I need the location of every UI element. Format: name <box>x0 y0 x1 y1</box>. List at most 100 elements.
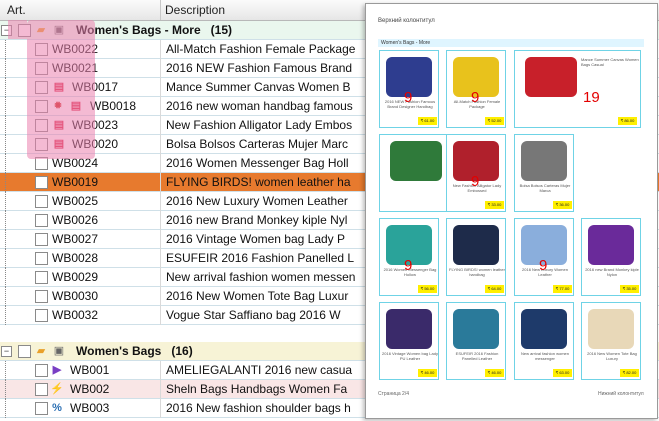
row-description: Sheln Bags Handbags Women Fa <box>166 382 348 396</box>
preview-product-tile: New Fashion Alligator Lady Embossed ₹ 33.… <box>446 134 506 212</box>
folder-icon: ▰ <box>36 345 46 357</box>
product-image <box>521 141 567 181</box>
product-marker: 9 <box>471 89 480 106</box>
preview-product-tile: All-Match Fashion Female Package ₹ 52.00 9 <box>446 50 506 128</box>
preview-footer-left: Страница 2/4 <box>378 391 410 397</box>
preview-product-tile: 2016 New Women Tote Bag Luxury ₹ 82.00 <box>581 302 641 380</box>
row-checkbox[interactable] <box>35 195 48 208</box>
product-image <box>390 141 442 181</box>
lightning-icon: ⚡ <box>50 383 64 395</box>
flag-icon: ▶ <box>52 364 62 376</box>
row-checkbox[interactable] <box>35 214 48 227</box>
preview-section-title: Women's Bags - More <box>378 39 644 47</box>
row-art: WB0025 <box>52 194 99 208</box>
print-preview-panel[interactable]: Верхний колонтитул Women's Bags - More 2… <box>365 3 658 419</box>
tree-line <box>5 116 7 135</box>
row-art: WB0032 <box>52 308 99 322</box>
preview-product-tile: 2016 Women Messenger Bag Hollow ₹ 56.00 9 <box>379 218 439 296</box>
preview-product-tile: 2016 New Luxury Women Leather ₹ 77.00 9 <box>514 218 574 296</box>
tree-line <box>5 230 7 249</box>
row-description: Mance Summer Canvas Women B <box>166 80 351 94</box>
row-description: 2016 new Brand Monkey kiple Nyl <box>166 213 348 227</box>
preview-product-tile: FLYING BIRDS! women leather handbag ₹ 64.… <box>446 218 506 296</box>
product-price: ₹ 56.00 <box>418 285 437 293</box>
tree-line <box>5 192 7 211</box>
product-marker: 9 <box>539 257 548 274</box>
product-image <box>588 225 634 265</box>
row-description: AMELIEGALANTI 2016 new casua <box>166 363 353 377</box>
column-header-art[interactable]: Art. <box>7 3 26 17</box>
row-description: FLYING BIRDS! women leather ha <box>166 175 351 189</box>
row-checkbox[interactable] <box>35 383 48 396</box>
collapse-icon[interactable]: − <box>1 346 12 357</box>
row-checkbox[interactable] <box>35 364 48 377</box>
preview-product-tile: 2016 NEW Fashion Famous Brand Designer H… <box>379 50 439 128</box>
row-description: Bolsa Bolsos Carteras Mujer Marc <box>166 137 349 151</box>
row-art: WB0028 <box>52 251 99 265</box>
row-art: WB0027 <box>52 232 99 246</box>
product-image <box>525 57 577 97</box>
row-description: All-Match Fashion Female Package <box>166 42 356 56</box>
product-price: ₹ 36.00 <box>553 201 572 209</box>
product-price: ₹ 46.00 <box>485 369 504 377</box>
product-image <box>588 309 634 349</box>
row-checkbox[interactable] <box>35 402 48 415</box>
preview-header: Верхний колонтитул <box>378 18 435 24</box>
product-price: ₹ 82.00 <box>620 369 639 377</box>
tree-line <box>5 211 7 230</box>
tree-line <box>5 40 7 59</box>
tree-line <box>5 173 7 192</box>
row-description: 2016 New fashion shoulder bags h <box>166 401 351 415</box>
preview-product-tile: 2016 new Brand Monkey kiple Nylon ₹ 35.00 <box>581 218 641 296</box>
tree-line <box>5 399 7 418</box>
product-marker: 9 <box>404 257 413 274</box>
highlight-overlay <box>27 20 95 159</box>
group-title: Women's Bags (16) <box>76 344 193 358</box>
product-price: ₹ 61.00 <box>418 117 437 125</box>
row-description: 2016 New Luxury Women Leather <box>166 194 348 208</box>
product-marker: 9 <box>471 173 480 190</box>
row-description: Vogue Star Saffiano bag 2016 W <box>166 308 341 322</box>
row-checkbox[interactable] <box>35 309 48 322</box>
column-header-description[interactable]: Description <box>165 3 225 17</box>
product-marker: 9 <box>404 89 413 106</box>
row-art: WB003 <box>70 401 110 415</box>
tree-line <box>5 97 7 116</box>
product-price: ₹ 77.00 <box>553 285 572 293</box>
row-checkbox[interactable] <box>35 271 48 284</box>
tree-line <box>5 361 7 380</box>
row-art: WB0019 <box>52 175 99 189</box>
row-checkbox[interactable] <box>35 290 48 303</box>
product-image <box>453 225 499 265</box>
row-checkbox[interactable] <box>35 252 48 265</box>
preview-product-tile: Bolsa Bolsos Carteras Mujer Marca ₹ 36.00 <box>514 134 574 212</box>
product-image <box>521 309 567 349</box>
row-description: 2016 Vintage Women bag Lady P <box>166 232 346 246</box>
row-art: WB001 <box>70 363 110 377</box>
preview-product-tile: ESUFEIR 2016 Fashion Panelled Leather ₹ 4… <box>446 302 506 380</box>
product-marker: 19 <box>583 89 600 106</box>
product-title: New arrival fashion women messenger <box>520 351 570 361</box>
product-title: ESUFEIR 2016 Fashion Panelled Leather <box>455 351 499 361</box>
product-image <box>453 309 499 349</box>
row-art: WB002 <box>70 382 110 396</box>
product-title: 2016 new Brand Monkey kiple Nylon <box>585 267 639 277</box>
preview-product-tile: Mance Summer Canvas Women Bags Casual ₹ 8… <box>514 50 641 128</box>
preview-product-tile: 2016 Vintage Women bag Lady PU Leather ₹ … <box>379 302 439 380</box>
group-checkbox[interactable] <box>18 345 31 358</box>
product-price: ₹ 35.00 <box>620 285 639 293</box>
tree-line <box>5 154 7 173</box>
highlight-overlay <box>8 20 27 39</box>
price-tag-icon: ▣ <box>53 345 65 357</box>
product-price: ₹ 86.00 <box>618 117 637 125</box>
row-description: 2016 NEW Fashion Famous Brand <box>166 61 353 75</box>
tree-line <box>5 306 7 325</box>
tree-line <box>5 268 7 287</box>
group-title: Women's Bags - More (15) <box>76 23 233 37</box>
row-checkbox[interactable] <box>35 176 48 189</box>
row-checkbox[interactable] <box>35 233 48 246</box>
product-title: 2016 Vintage Women bag Lady PU Leather <box>382 351 438 361</box>
product-price: ₹ 33.00 <box>485 201 504 209</box>
product-title: Bolsa Bolsos Carteras Mujer Marca <box>519 183 571 193</box>
tree-line <box>5 287 7 306</box>
